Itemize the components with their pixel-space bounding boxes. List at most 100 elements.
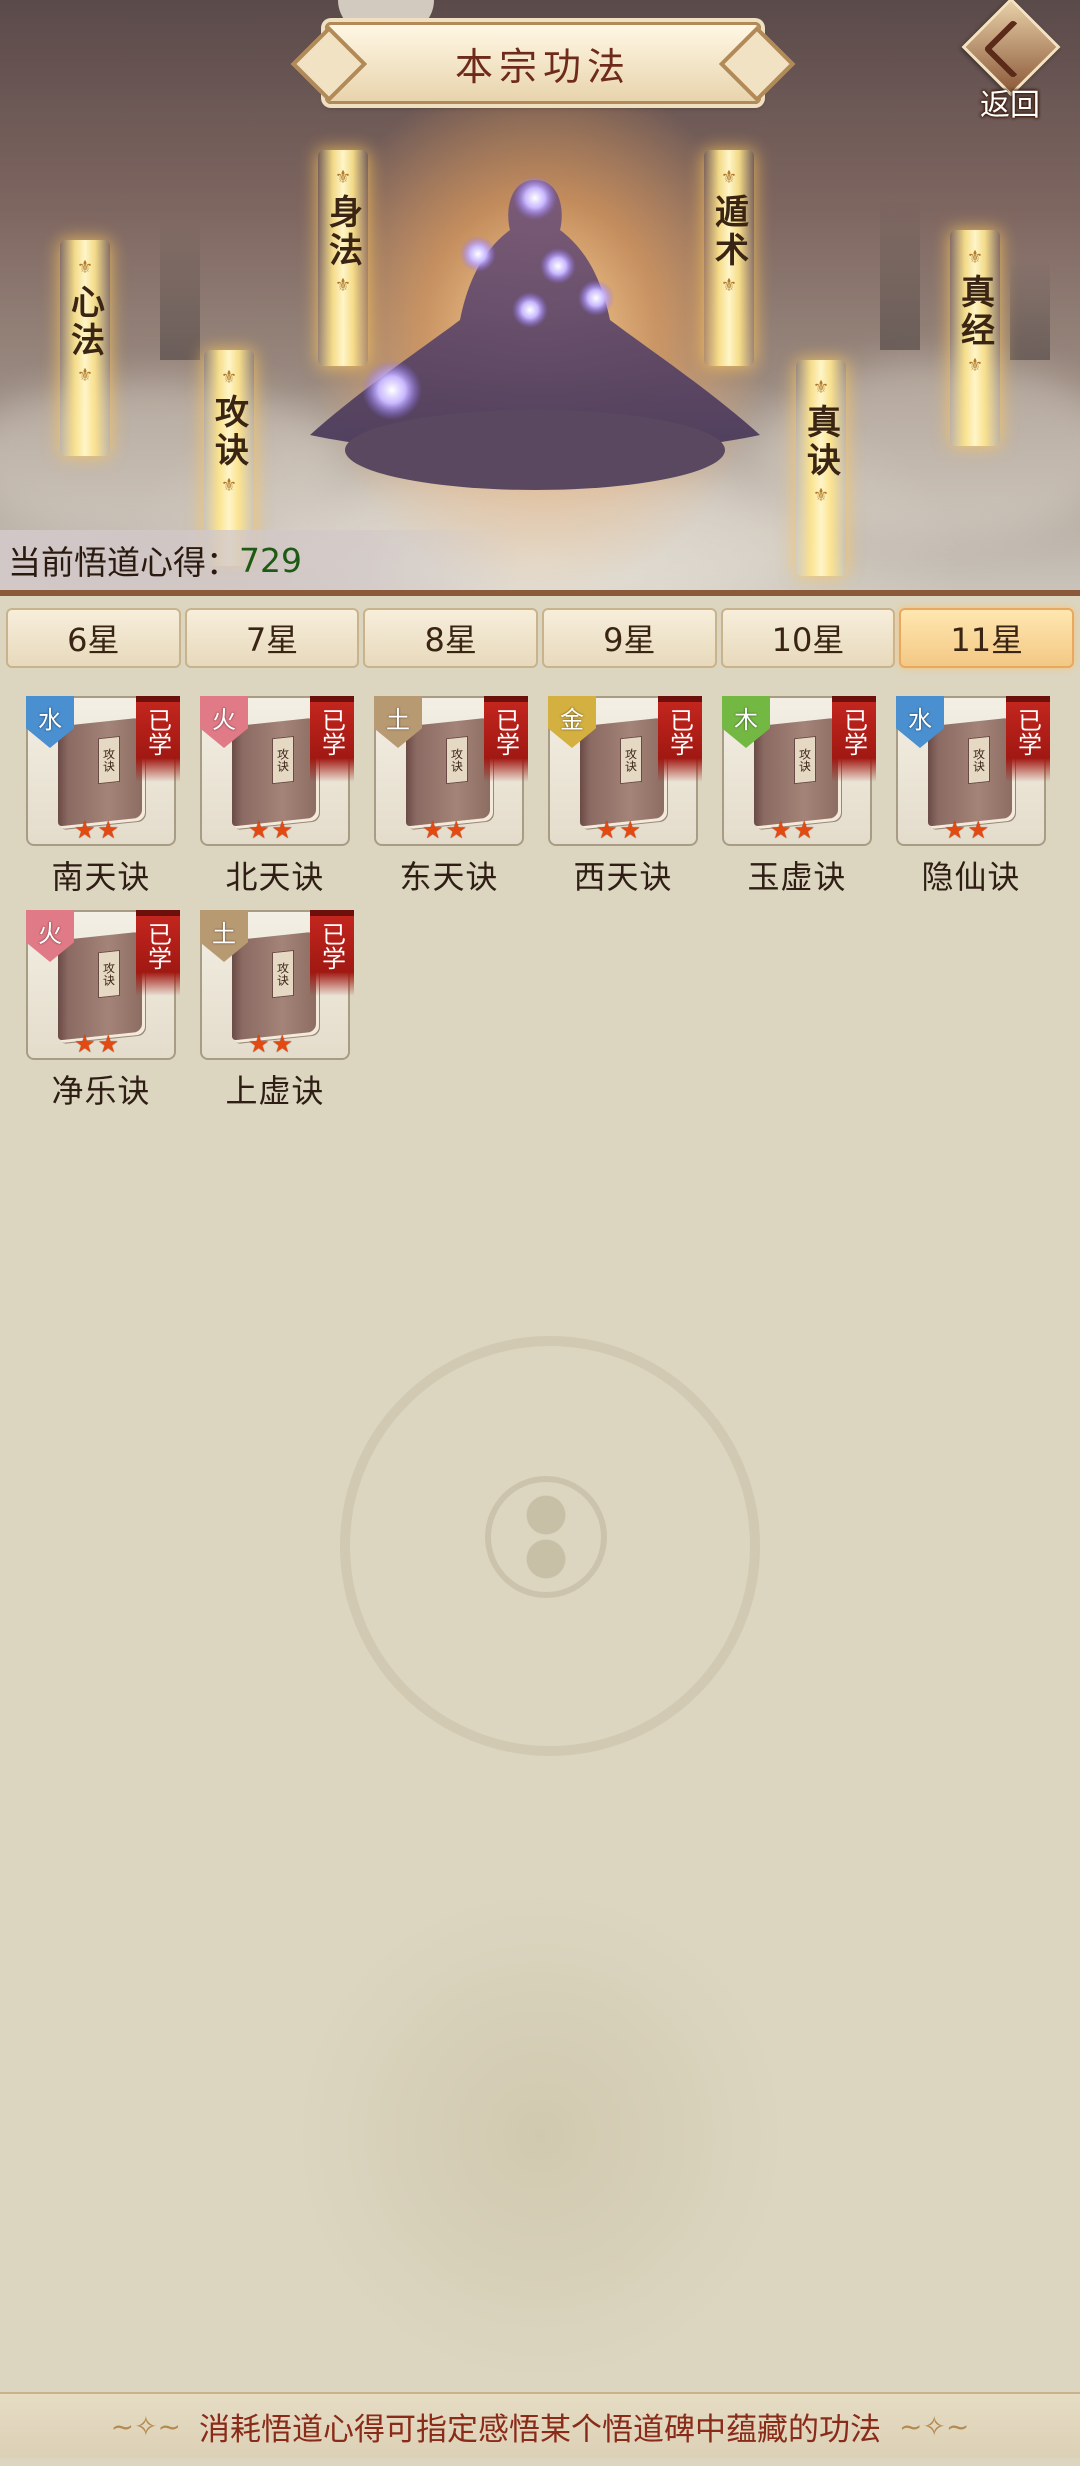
skill-name: 南天诀 [51,858,151,896]
skill-item[interactable]: 攻诀金已学 ★ ★ 西天诀 [548,696,702,898]
skill-card[interactable]: 攻诀水已学 ★ ★ [896,696,1050,846]
category-label: 真诀 [800,404,841,480]
star-icon: ★ [248,816,270,844]
tab-6-star[interactable]: 6星 [6,608,181,668]
learned-badge: 已学 [310,910,354,996]
category-label: 攻诀 [208,394,249,470]
book-icon: 攻诀 [58,931,142,1041]
skill-name: 上虚诀 [225,1072,325,1110]
book-icon: 攻诀 [754,717,838,827]
skill-card[interactable]: 攻诀土已学 ★ ★ [200,910,354,1060]
star-icon: ★ [97,816,120,844]
category-seal-dunshu[interactable]: ⚜ 遁术 ⚜ [704,150,754,366]
learned-badge: 已学 [1006,696,1050,782]
insight-points: 当前悟道心得： 729 [0,530,518,590]
skill-item[interactable]: 攻诀火已学 ★ ★ 北天诀 [200,696,354,898]
category-label: 心法 [64,284,105,360]
skill-item[interactable]: 攻诀木已学 ★ ★ 玉虚诀 [722,696,876,898]
star-tabs: 6星 7星 8星 9星 10星 11星 [6,608,1075,668]
hero-scene: ⚜ 心法 ⚜ ⚜ 攻诀 ⚜ ⚜ 身法 ⚜ ⚜ 遁术 ⚜ ⚜ 真诀 ⚜ ⚜ 真经 ⚜ 本宗功法 返回 当前… [0,0,1080,590]
star-rating: ★ ★ [944,818,989,842]
tab-11-star[interactable]: 11星 [899,608,1075,668]
book-title: 攻诀 [968,735,990,785]
skills-panel: 6星 7星 8星 9星 10星 11星 攻诀水已学 ★ ★ 南天诀 攻诀火已学 ★ ★ 北天诀… [0,590,1080,2466]
tab-10-star[interactable]: 10星 [720,608,896,668]
skill-name: 西天诀 [573,858,673,896]
book-icon: 攻诀 [580,717,664,827]
ornament-left-icon: ~✧~ [110,2409,181,2443]
skill-name: 净乐诀 [51,1072,151,1110]
book-title: 攻诀 [446,735,468,785]
star-icon: ★ [445,816,468,844]
learned-badge: 已学 [310,696,354,782]
skill-item[interactable]: 攻诀水已学 ★ ★ 南天诀 [26,696,180,898]
book-title: 攻诀 [98,949,120,999]
book-icon: 攻诀 [58,717,142,827]
insight-label: 当前悟道心得： [8,543,239,582]
skill-item[interactable]: 攻诀土已学 ★ ★ 东天诀 [374,696,528,898]
skill-name: 隐仙诀 [921,858,1021,896]
book-title: 攻诀 [620,735,642,785]
star-icon: ★ [74,816,96,844]
skill-item[interactable]: 攻诀水已学 ★ ★ 隐仙诀 [896,696,1050,898]
skill-card[interactable]: 攻诀水已学 ★ ★ [26,696,180,846]
star-icon: ★ [97,1030,120,1058]
page-title: 本宗功法 [454,44,631,89]
category-seal-zhenjing[interactable]: ⚜ 真经 ⚜ [950,230,1000,446]
star-icon: ★ [596,816,618,844]
star-rating: ★ ★ [596,818,641,842]
meditating-figure [310,176,760,490]
star-icon: ★ [422,816,444,844]
star-rating: ★ ★ [770,818,815,842]
category-label: 真经 [954,274,995,350]
skill-card[interactable]: 攻诀火已学 ★ ★ [26,910,180,1060]
yinyang-watermark-icon [485,1476,607,1598]
category-seal-zhenjue[interactable]: ⚜ 真诀 ⚜ [796,360,846,576]
back-label: 返回 [980,88,1040,123]
category-label: 遁术 [708,194,749,270]
skill-name: 北天诀 [225,858,325,896]
book-title: 攻诀 [98,735,120,785]
star-icon: ★ [248,1030,270,1058]
book-icon: 攻诀 [232,717,316,827]
star-icon: ★ [619,816,642,844]
skill-name: 东天诀 [399,858,499,896]
learned-badge: 已学 [832,696,876,782]
skill-item[interactable]: 攻诀火已学 ★ ★ 净乐诀 [26,910,180,1112]
skill-card[interactable]: 攻诀土已学 ★ ★ [374,696,528,846]
book-title: 攻诀 [272,735,294,785]
back-button[interactable]: 返回 [961,0,1061,123]
star-rating: ★ ★ [248,818,293,842]
star-rating: ★ ★ [422,818,467,842]
skill-card[interactable]: 攻诀金已学 ★ ★ [548,696,702,846]
skill-item[interactable]: 攻诀土已学 ★ ★ 上虚诀 [200,910,354,1112]
page-title-plate: 本宗功法 [325,22,761,104]
book-title: 攻诀 [272,949,294,999]
category-label: 身法 [322,194,363,270]
skill-card[interactable]: 攻诀木已学 ★ ★ [722,696,876,846]
learned-badge: 已学 [136,696,180,782]
skill-name: 玉虚诀 [747,858,847,896]
book-icon: 攻诀 [928,717,1012,827]
skill-card[interactable]: 攻诀火已学 ★ ★ [200,696,354,846]
tab-8-star[interactable]: 8星 [363,608,539,668]
star-icon: ★ [944,816,966,844]
learned-badge: 已学 [658,696,702,782]
star-icon: ★ [271,816,294,844]
learned-badge: 已学 [484,696,528,782]
tab-7-star[interactable]: 7星 [184,608,360,668]
category-seal-xinfa[interactable]: ⚜ 心法 ⚜ [60,240,110,456]
star-rating: ★ ★ [74,1032,119,1056]
ornament-right-icon: ~✧~ [899,2409,970,2443]
book-title: 攻诀 [794,735,816,785]
footer-hint-bar: ~✧~ 消耗悟道心得可指定感悟某个悟道碑中蕴藏的功法 ~✧~ [0,2392,1080,2458]
category-seal-shenfa[interactable]: ⚜ 身法 ⚜ [318,150,368,366]
book-icon: 攻诀 [232,931,316,1041]
star-icon: ★ [74,1030,96,1058]
star-rating: ★ ★ [74,818,119,842]
tab-9-star[interactable]: 9星 [542,608,717,668]
star-icon: ★ [770,816,792,844]
star-icon: ★ [271,1030,294,1058]
footer-hint: 消耗悟道心得可指定感悟某个悟道碑中蕴藏的功法 [199,2411,881,2448]
star-icon: ★ [793,816,816,844]
